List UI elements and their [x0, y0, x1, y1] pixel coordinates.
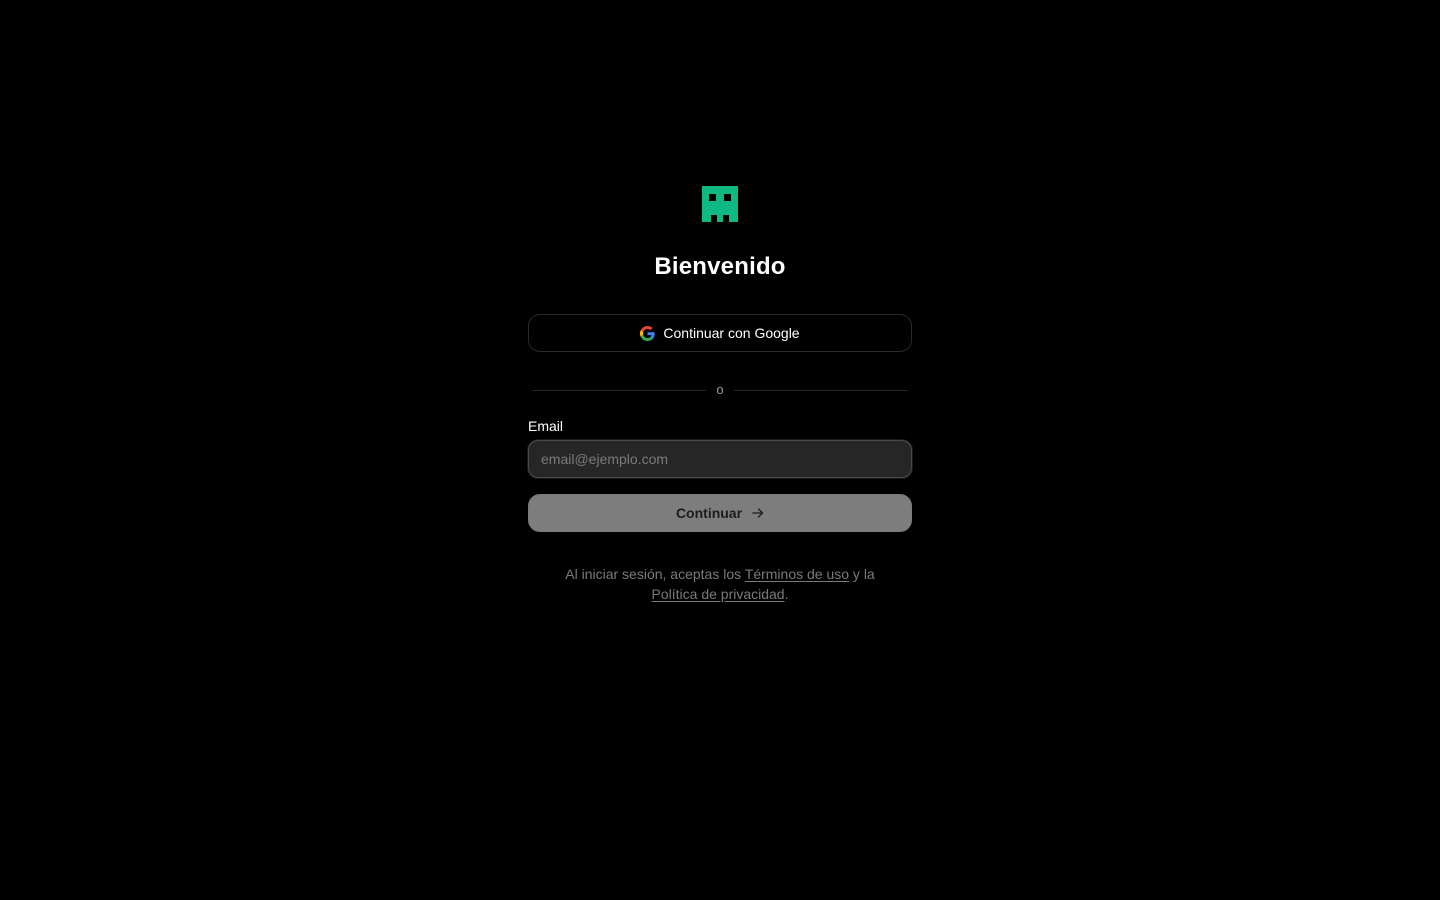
- continue-with-google-button[interactable]: Continuar con Google: [528, 314, 912, 352]
- email-form-field: Email: [528, 418, 912, 478]
- google-button-label: Continuar con Google: [663, 325, 800, 341]
- or-divider: o: [528, 380, 912, 400]
- email-input[interactable]: [528, 440, 912, 478]
- privacy-policy-link[interactable]: Política de privacidad: [652, 586, 785, 602]
- divider-line-right: [733, 389, 909, 391]
- login-card: Bienvenido Continuar con Google o Email …: [528, 186, 912, 618]
- pixel-robot-logo-icon: [702, 186, 738, 222]
- legal-middle: y la: [849, 566, 875, 582]
- legal-suffix: .: [784, 586, 789, 602]
- google-icon: [640, 325, 656, 341]
- legal-prefix: Al iniciar sesión, aceptas los: [565, 566, 745, 582]
- login-page: Bienvenido Continuar con Google o Email …: [0, 0, 1440, 900]
- continue-button-label: Continuar: [675, 505, 743, 521]
- page-title: Bienvenido: [654, 253, 786, 280]
- email-label: Email: [528, 418, 564, 434]
- terms-of-use-link[interactable]: Términos de uso: [745, 566, 849, 582]
- continue-button[interactable]: Continuar: [528, 494, 912, 532]
- divider-line-left: [532, 389, 707, 391]
- divider-text: o: [716, 382, 724, 397]
- arrow-right-icon: [752, 508, 764, 518]
- legal-notice: Al iniciar sesión, aceptas los Términos …: [550, 564, 890, 604]
